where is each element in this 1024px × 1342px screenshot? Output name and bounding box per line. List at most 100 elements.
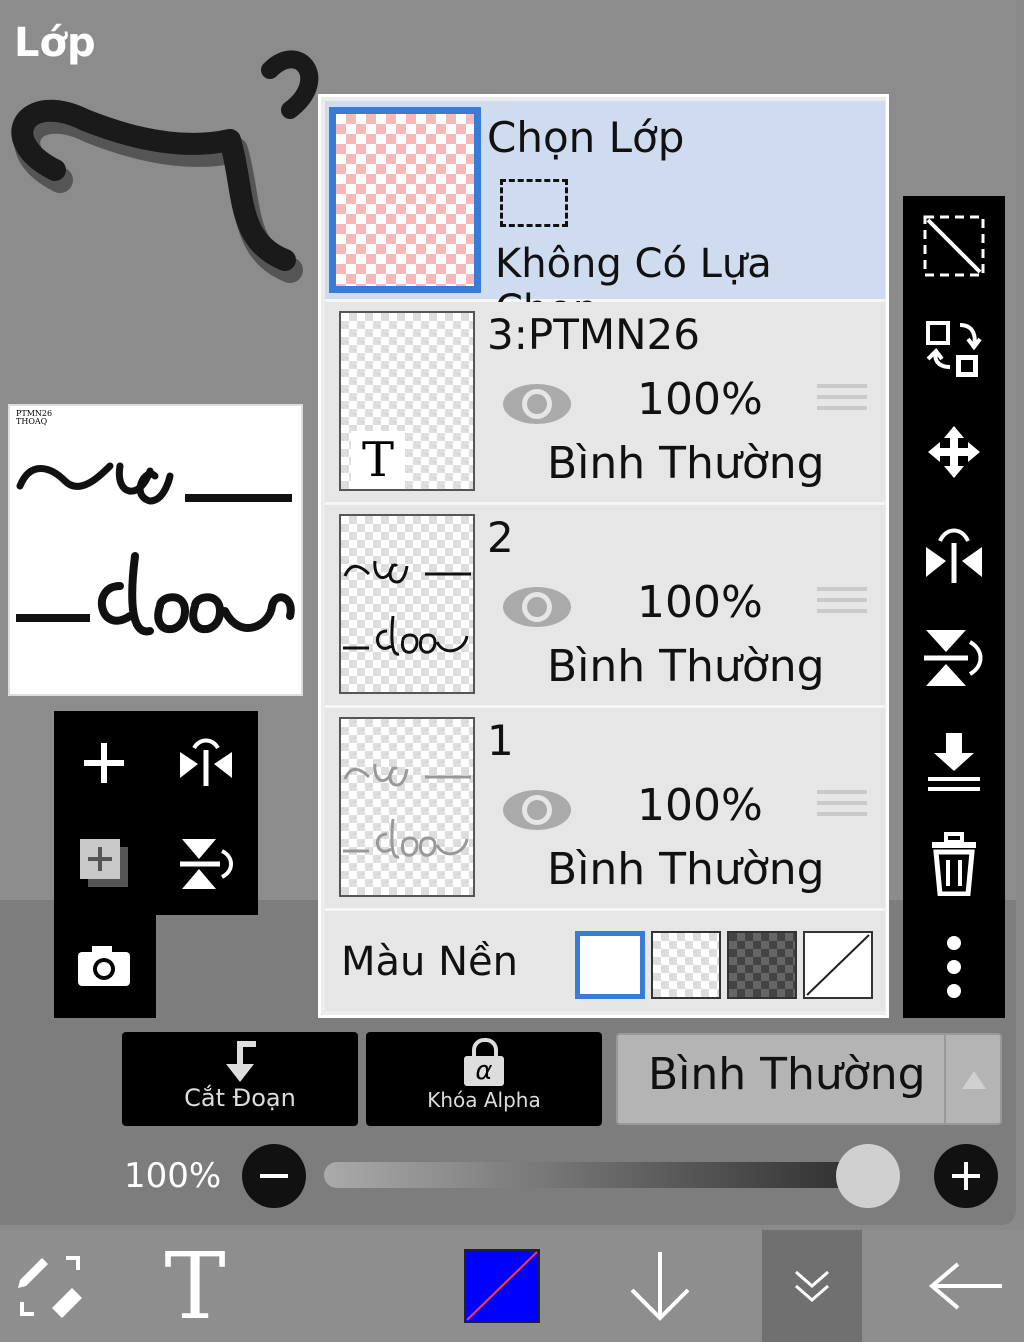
move-icon [928,426,980,478]
flip-vertical-icon [180,839,233,889]
clipping-label: Cắt Đoạn [184,1084,296,1112]
bottom-toolbar: T [0,1230,1024,1342]
selection-layer-row[interactable]: Chọn Lớp Không Có Lựa Chọn [325,101,885,333]
layer-row[interactable]: T 3:PTMN26 100% Bình Thường [325,302,885,505]
blend-mode-value: Bình Thường [648,1049,926,1100]
lock-alpha-icon: α [464,1038,504,1086]
alpha-lock-button[interactable]: α Khóa Alpha [366,1032,602,1126]
layer-thumbnail [339,717,475,897]
current-color-swatch [464,1249,540,1323]
move-layer-button[interactable] [903,402,1005,502]
background-none-option[interactable] [803,931,873,999]
select-layer-area-button[interactable] [903,196,1005,296]
back-button[interactable] [916,1230,1016,1342]
flip-horizontal-icon [180,738,232,786]
merge-down-icon [928,733,980,791]
arrow-left-icon [928,1262,1002,1310]
layer-thumbnail [339,514,475,694]
collapse-panel-button[interactable] [762,1230,862,1342]
text-layer-badge: T [351,431,405,489]
pen-eraser-toggle-button[interactable] [0,1230,100,1342]
plus-icon [84,743,124,783]
layer-name: 2 [487,513,514,562]
blend-mode-select[interactable]: Bình Thường [616,1033,1002,1125]
canvas-preview: PTMN26 THOAQ [8,404,303,696]
layer-opacity: 100% [637,374,763,425]
swap-icon [926,321,982,377]
duplicate-layer-icon [80,839,128,887]
camera-icon [78,946,130,986]
drag-handle-icon[interactable] [817,384,867,417]
panel-title: Lớp [14,20,96,66]
layer-blend-mode: Bình Thường [547,844,825,895]
background-white-option[interactable] [575,931,645,999]
preview-caption-line2: THOAQ [16,417,48,426]
more-options-button[interactable] [903,917,1005,1017]
text-tool-button[interactable]: T [140,1230,250,1342]
layer-row[interactable]: 2 100% Bình Thường [325,505,885,708]
eye-icon[interactable] [501,380,573,428]
layer-down-button[interactable] [610,1230,710,1342]
select-divider [944,1035,946,1123]
more-vertical-icon [947,936,961,998]
background-color-row: Màu Nền [325,911,885,1011]
swap-layers-button[interactable] [903,299,1005,399]
flip-horizontal-button[interactable] [156,713,256,813]
layer-blend-mode: Bình Thường [547,641,825,692]
preview-artwork [16,462,295,636]
opacity-label: 100% [124,1156,222,1196]
minus-icon [260,1174,288,1178]
opacity-increase-button[interactable] [934,1144,998,1208]
add-copy-layer-button[interactable] [54,813,154,913]
chevron-up-icon [962,1071,986,1089]
layer-quick-tools [54,711,258,1018]
opacity-slider-track[interactable] [324,1162,900,1188]
clip-arrow-icon [226,1041,256,1082]
camera-button[interactable] [54,916,154,1016]
flip-vertical-button[interactable] [156,813,256,913]
pen-eraser-swap-icon [18,1256,82,1318]
eye-icon[interactable] [501,786,573,834]
background-color-label: Màu Nền [341,939,518,985]
alpha-lock-label: Khóa Alpha [427,1088,541,1112]
clipping-button[interactable]: Cắt Đoạn [122,1032,358,1126]
layer-thumbnail-art [343,560,471,656]
add-layer-button[interactable] [54,713,154,813]
flip-layer-horizontal-button[interactable] [903,505,1005,605]
drag-handle-icon[interactable] [817,790,867,823]
layer-row[interactable]: 1 100% Bình Thường [325,708,885,911]
layer-blend-mode: Bình Thường [547,438,825,489]
flip-vertical-icon [924,630,983,686]
layer-thumbnail: T [339,311,475,491]
color-picker-button[interactable] [452,1230,552,1342]
layers-list: Chọn Lớp Không Có Lựa Chọn T 3:PTMN26 10… [318,94,889,1018]
background-transparent-option[interactable] [651,931,721,999]
layer-opacity: 100% [637,780,763,831]
layer-name: 3:PTMN26 [487,310,700,359]
layer-opacity: 100% [637,577,763,628]
background-dark-checker-option[interactable] [727,931,797,999]
plus-icon [952,1162,980,1190]
chevron-double-down-icon [795,1270,829,1302]
selection-title: Chọn Lớp [487,113,685,162]
canvas-area[interactable]: Lớp PTMN26 THOAQ Chọn Lớp Không Có Lựa T… [0,0,1016,1225]
selection-thumbnail [329,107,481,293]
selection-marquee-icon [500,179,568,227]
opacity-decrease-button[interactable] [242,1144,306,1208]
eye-icon[interactable] [501,583,573,631]
alpha-symbol: α [464,1056,504,1086]
preview-caption: PTMN26 THOAQ [16,410,52,426]
arrow-down-icon [630,1252,690,1321]
layer-operations-toolbar [903,196,1005,1018]
none-slash-icon [806,934,870,996]
flip-layer-vertical-button[interactable] [903,608,1005,708]
layer-thumbnail-art [343,763,471,859]
flip-horizontal-icon [926,528,982,583]
layer-name: 1 [487,716,514,765]
merge-down-button[interactable] [903,711,1005,811]
selection-transform-icon [923,215,985,277]
drag-handle-icon[interactable] [817,587,867,620]
delete-layer-button[interactable] [903,814,1005,914]
trash-icon [932,832,976,896]
opacity-slider-thumb[interactable] [836,1144,900,1208]
